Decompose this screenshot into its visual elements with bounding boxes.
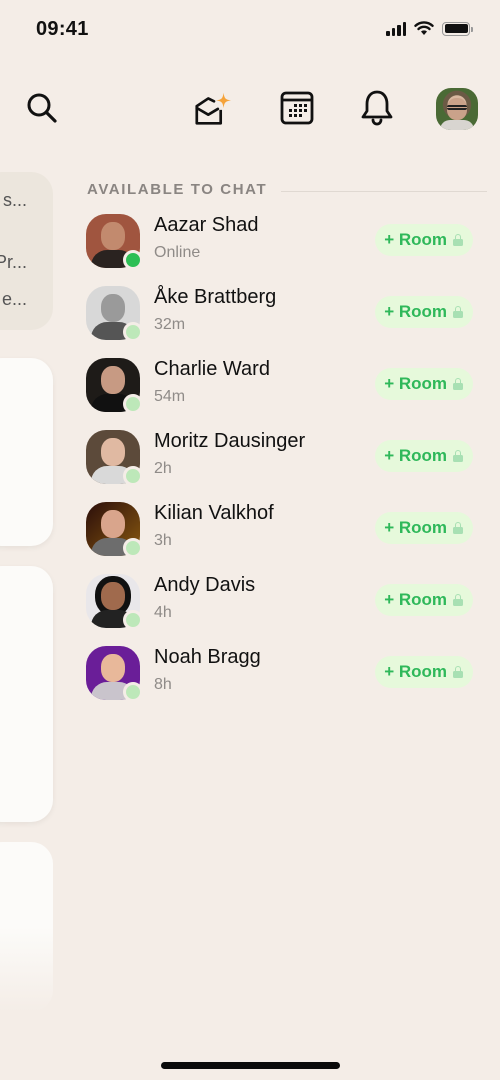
- status-bar: 09:41: [0, 0, 500, 60]
- contact-name: Charlie Ward: [154, 358, 270, 380]
- contact-status: 3h: [154, 532, 172, 549]
- room-button-label: + Room: [384, 302, 447, 321]
- contact-name: Andy Davis: [154, 574, 256, 596]
- add-room-button[interactable]: + Room: [375, 296, 473, 328]
- away-status-dot: [123, 538, 143, 558]
- search-icon: [27, 93, 57, 123]
- card-text: s...: [2, 190, 27, 210]
- lock-icon: [453, 522, 463, 534]
- room-button-label: + Room: [384, 374, 447, 393]
- away-status-dot: [123, 682, 143, 702]
- contact-row[interactable]: Åke Brattberg 32m + Room: [86, 284, 486, 356]
- contact-status: 32m: [154, 316, 186, 333]
- left-panel-card[interactable]: [0, 358, 53, 546]
- inbox-button[interactable]: [192, 84, 236, 132]
- contact-name: Noah Bragg: [154, 646, 261, 668]
- contact-row[interactable]: Noah Bragg 8h + Room: [86, 644, 486, 716]
- contact-row[interactable]: Charlie Ward 54m + Room: [86, 356, 486, 428]
- contact-name: Åke Brattberg: [154, 286, 277, 308]
- away-status-dot: [123, 394, 143, 414]
- away-status-dot: [123, 322, 143, 342]
- contact-name: Kilian Valkhof: [154, 502, 274, 524]
- left-panel-card[interactable]: [0, 842, 53, 1012]
- status-icons: [386, 21, 473, 36]
- contact-row[interactable]: Kilian Valkhof 3h + Room: [86, 500, 486, 572]
- away-status-dot: [123, 610, 143, 630]
- room-button-label: + Room: [384, 662, 447, 681]
- lock-icon: [453, 594, 463, 606]
- calendar-icon: [280, 91, 314, 125]
- top-toolbar: [0, 84, 500, 134]
- cellular-signal-icon: [386, 21, 406, 36]
- contact-status: 54m: [154, 388, 186, 405]
- add-room-button[interactable]: + Room: [375, 656, 473, 688]
- bell-icon: [361, 90, 393, 126]
- home-indicator[interactable]: [161, 1062, 340, 1069]
- room-button-label: + Room: [384, 590, 447, 609]
- add-room-button[interactable]: + Room: [375, 368, 473, 400]
- lock-icon: [453, 306, 463, 318]
- profile-avatar-button[interactable]: [436, 88, 478, 130]
- left-panel-card[interactable]: [0, 566, 53, 822]
- contact-row[interactable]: Andy Davis 4h + Room: [86, 572, 486, 644]
- contact-name: Aazar Shad: [154, 214, 259, 236]
- notifications-button[interactable]: [355, 84, 399, 132]
- away-status-dot: [123, 466, 143, 486]
- card-text: Pr...: [0, 252, 27, 272]
- add-room-button[interactable]: + Room: [375, 440, 473, 472]
- contact-list: Aazar Shad Online + Room Åke Brattberg 3…: [86, 212, 486, 716]
- lock-icon: [453, 234, 463, 246]
- add-room-button[interactable]: + Room: [375, 224, 473, 256]
- lock-icon: [453, 666, 463, 678]
- section-header: AVAILABLE TO CHAT: [87, 181, 487, 198]
- room-button-label: + Room: [384, 230, 447, 249]
- contact-row[interactable]: Moritz Dausinger 2h + Room: [86, 428, 486, 500]
- lock-icon: [453, 378, 463, 390]
- contact-status: 2h: [154, 460, 172, 477]
- contact-status: 8h: [154, 676, 172, 693]
- add-room-button[interactable]: + Room: [375, 512, 473, 544]
- calendar-button[interactable]: [275, 84, 319, 132]
- section-title: AVAILABLE TO CHAT: [87, 181, 268, 198]
- envelope-sparkle-icon: [195, 92, 232, 125]
- contact-row[interactable]: Aazar Shad Online + Room: [86, 212, 486, 284]
- room-button-label: + Room: [384, 518, 447, 537]
- contact-status: Online: [154, 244, 201, 261]
- wifi-icon: [414, 21, 434, 35]
- lock-icon: [453, 450, 463, 462]
- add-room-button[interactable]: + Room: [375, 584, 473, 616]
- card-text: e...: [1, 289, 27, 309]
- search-button[interactable]: [20, 84, 64, 132]
- contact-name: Moritz Dausinger: [154, 430, 306, 452]
- room-button-label: + Room: [384, 446, 447, 465]
- battery-icon: [442, 21, 473, 36]
- status-time: 09:41: [36, 18, 89, 40]
- left-panel-card[interactable]: s... Pr... e...: [0, 172, 53, 330]
- divider: [281, 191, 487, 192]
- online-status-dot: [123, 250, 143, 270]
- contact-status: 4h: [154, 604, 172, 621]
